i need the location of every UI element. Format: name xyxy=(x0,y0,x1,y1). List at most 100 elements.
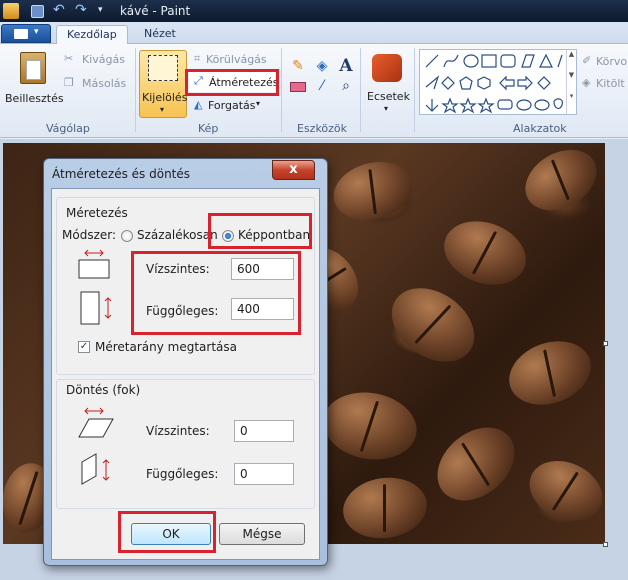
outline-label: Körvo xyxy=(596,55,628,68)
skew-horizontal-label: Vízszintes: xyxy=(146,424,210,438)
dialog-title: Átméretezés és döntés xyxy=(52,167,191,181)
canvas-resize-handle-right[interactable] xyxy=(603,341,608,346)
coffee-bean xyxy=(339,472,431,544)
tab-home[interactable]: Kezdőlap xyxy=(56,25,128,44)
paste-label: Beillesztés xyxy=(5,92,64,105)
coffee-bean xyxy=(435,210,535,296)
group-separator xyxy=(414,48,415,132)
fill-shape-icon: ◈ xyxy=(582,76,591,89)
save-icon[interactable] xyxy=(31,5,44,18)
close-icon: x xyxy=(289,162,298,177)
eraser-icon[interactable] xyxy=(290,82,306,92)
cut-label: Kivágás xyxy=(82,53,125,66)
horizontal-resize-icon xyxy=(78,249,110,279)
coffee-bean xyxy=(514,143,605,223)
keep-ratio-checkbox[interactable]: ✓ xyxy=(78,341,90,353)
window-title-bar: ↶ ↷ ▾ kávé - Paint xyxy=(0,0,628,22)
highlight-ok-button xyxy=(118,511,216,553)
group-label-clipboard: Vágólap xyxy=(46,122,90,135)
ribbon-tab-row: ▾ Kezdőlap Nézet xyxy=(0,22,628,44)
close-button[interactable]: x xyxy=(272,160,315,180)
skew-fieldset xyxy=(56,379,315,509)
clipboard-icon xyxy=(20,52,46,84)
rotate-label: Forgatás xyxy=(208,99,256,112)
tab-view[interactable]: Nézet xyxy=(134,25,186,44)
chevron-down-icon: ▾ xyxy=(160,105,165,114)
highlight-pixels-option xyxy=(208,213,312,249)
outline-icon: ✐ xyxy=(582,54,592,67)
color-picker-icon[interactable]: ⁄ xyxy=(312,78,332,98)
rotate-icon: ◭ xyxy=(194,98,203,111)
crop-icon: ⌗ xyxy=(194,52,201,65)
shapes-gallery[interactable]: ▲ ▼ ▾ xyxy=(419,49,577,115)
chevron-down-icon: ▾ xyxy=(384,104,389,113)
copy-label: Másolás xyxy=(82,77,127,90)
group-separator xyxy=(360,48,361,132)
group-separator xyxy=(281,48,282,132)
file-menu-icon xyxy=(14,29,28,39)
text-icon[interactable]: A xyxy=(336,56,356,76)
paint-app-icon[interactable] xyxy=(3,3,19,19)
skew-section-title: Döntés (fok) xyxy=(66,383,141,397)
group-label-image: Kép xyxy=(198,122,219,135)
brush-icon xyxy=(372,54,402,82)
redo-icon[interactable]: ↷ xyxy=(75,3,91,19)
pencil-icon[interactable]: ✎ xyxy=(288,58,308,78)
undo-icon[interactable]: ↶ xyxy=(53,3,69,19)
vertical-skew-icon xyxy=(81,453,110,485)
select-label: Kijelölés xyxy=(142,91,188,104)
gallery-expand-icon[interactable]: ▾ xyxy=(566,92,576,114)
vertical-resize-icon xyxy=(80,291,112,325)
cut-button[interactable]: ✂ Kivágás xyxy=(64,52,134,68)
tab-home-label: Kezdőlap xyxy=(67,28,117,41)
magnifier-icon[interactable]: ⌕ xyxy=(336,78,356,98)
fill-shape-label: Kitölt xyxy=(596,77,625,90)
cancel-button[interactable]: Mégse xyxy=(219,523,305,545)
ribbon: Beillesztés ✂ Kivágás ❐ Másolás Vágólap … xyxy=(0,44,628,138)
highlight-resize xyxy=(185,69,279,96)
scroll-down-icon[interactable]: ▼ xyxy=(566,71,576,92)
group-label-tools: Eszközök xyxy=(297,122,348,135)
fill-icon[interactable]: ◈ xyxy=(312,58,332,78)
brushes-label: Ecsetek xyxy=(367,90,410,103)
selection-icon xyxy=(148,55,178,81)
keep-ratio-label[interactable]: Méretarány megtartása xyxy=(95,340,237,354)
method-label: Módszer: xyxy=(62,228,117,242)
copy-button[interactable]: ❐ Másolás xyxy=(64,76,134,92)
scroll-up-icon[interactable]: ▲ xyxy=(566,50,576,71)
crop-label: Körülvágás xyxy=(206,53,267,66)
crop-button[interactable]: ⌗ Körülvágás xyxy=(192,52,272,68)
group-separator xyxy=(135,48,136,132)
chevron-down-icon: ▾ xyxy=(256,99,261,108)
resize-section-title: Méretezés xyxy=(66,206,128,220)
skew-vertical-label: Függőleges: xyxy=(146,467,219,481)
coffee-bean xyxy=(377,272,489,378)
tab-view-label: Nézet xyxy=(144,27,176,40)
skew-horizontal-input[interactable]: 0 xyxy=(234,420,294,442)
select-button[interactable]: Kijelölés ▾ xyxy=(139,50,187,118)
radio-percent[interactable] xyxy=(121,230,133,242)
file-menu-button[interactable]: ▾ xyxy=(1,24,51,43)
quick-access-dropdown-icon[interactable]: ▾ xyxy=(98,3,114,19)
coffee-bean xyxy=(423,412,529,516)
coffee-bean xyxy=(327,153,419,229)
group-label-shapes: Alakzatok xyxy=(513,122,567,135)
canvas-resize-handle-corner[interactable] xyxy=(603,542,608,547)
skew-vertical-input[interactable]: 0 xyxy=(234,463,294,485)
window-title: kávé - Paint xyxy=(120,4,191,18)
rotate-button[interactable]: ◭ Forgatás ▾ xyxy=(192,98,272,114)
copy-icon: ❐ xyxy=(64,76,74,89)
outline-button[interactable]: ✐ Körvo xyxy=(582,54,628,70)
coffee-bean xyxy=(519,449,605,533)
brushes-button[interactable]: Ecsetek ▾ xyxy=(364,50,412,116)
option-percent-label[interactable]: Százalékosan xyxy=(137,228,218,242)
scissors-icon: ✂ xyxy=(64,52,74,65)
fill-shape-button[interactable]: ◈ Kitölt xyxy=(582,76,628,92)
coffee-bean xyxy=(317,385,423,467)
coffee-bean xyxy=(500,330,600,416)
horizontal-skew-icon xyxy=(78,407,114,438)
shapes-gallery-icons xyxy=(425,53,563,114)
chevron-down-icon: ▾ xyxy=(34,27,39,37)
highlight-size-inputs xyxy=(131,251,301,335)
paste-button[interactable]: Beillesztés xyxy=(4,48,64,108)
